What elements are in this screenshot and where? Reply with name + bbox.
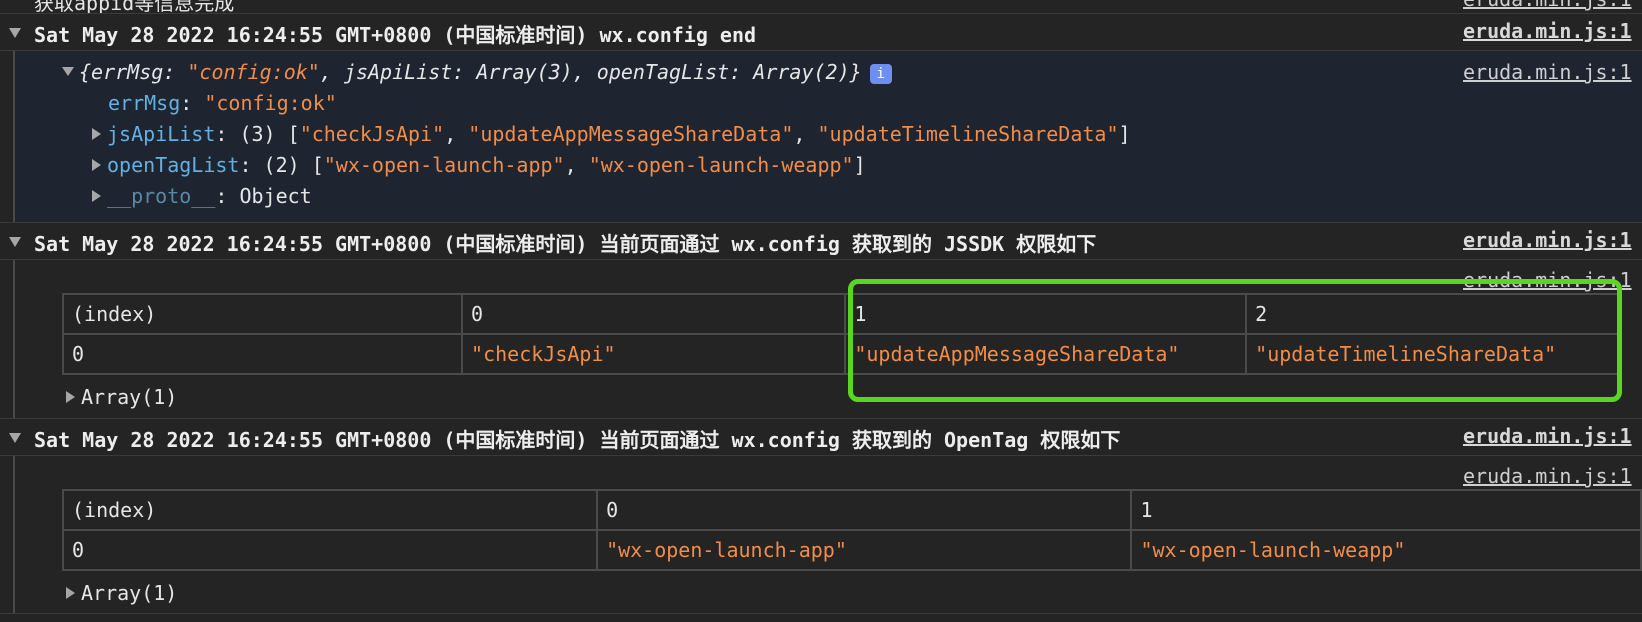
console-table: (index) 0 1 2 0 "checkJsApi" "updateAppM…	[61, 293, 1622, 375]
table-cell: 0	[61, 333, 464, 375]
expand-triangle-icon[interactable]	[92, 128, 101, 140]
property-proto[interactable]: __proto__: Object	[92, 184, 312, 208]
expand-triangle-icon[interactable]	[66, 391, 75, 403]
source-link[interactable]: eruda.min.js:1	[1463, 268, 1632, 292]
table-header-row: (index) 0 1 2	[61, 293, 1622, 335]
table-cell: "updateAppMessageShareData"	[844, 333, 1248, 375]
collapse-triangle-icon[interactable]	[9, 237, 21, 247]
source-link[interactable]: eruda.min.js:1	[1463, 19, 1632, 43]
console-message: Sat May 28 2022 16:24:55 GMT+0800 (中国标准时…	[34, 232, 1097, 256]
source-link[interactable]: eruda.min.js:1	[1463, 60, 1632, 84]
console-message: Sat May 28 2022 16:24:55 GMT+0800 (中国标准时…	[34, 23, 757, 47]
console-message: Sat May 28 2022 16:24:55 GMT+0800 (中国标准时…	[34, 428, 1121, 452]
table-header-row: (index) 0 1	[61, 489, 1642, 531]
property-jsapilist[interactable]: jsApiList: (3) ["checkJsApi", "updateApp…	[92, 122, 1131, 146]
source-link[interactable]: eruda.min.js:1	[1463, 228, 1632, 252]
table-header[interactable]: (index)	[61, 293, 464, 335]
array-toggle[interactable]: Array(1)	[66, 385, 177, 409]
table-header[interactable]: 2	[1245, 293, 1622, 335]
table-header[interactable]: (index)	[61, 489, 599, 531]
table-cell: "wx-open-launch-weapp"	[1130, 529, 1642, 571]
table-cell: "updateTimelineShareData"	[1245, 333, 1622, 375]
array-toggle[interactable]: Array(1)	[66, 581, 177, 605]
property-errmsg: errMsg: "config:ok"	[108, 91, 337, 115]
collapse-triangle-icon[interactable]	[9, 433, 21, 443]
source-link[interactable]: eruda.min.js:1	[1463, 0, 1632, 11]
object-summary[interactable]: {errMsg: "config:ok", jsApiList: Array(3…	[62, 60, 892, 84]
table-cell: "checkJsApi"	[461, 333, 847, 375]
table-header[interactable]: 1	[1130, 489, 1642, 531]
table-header[interactable]: 0	[596, 489, 1133, 531]
console-group-header[interactable]: Sat May 28 2022 16:24:55 GMT+0800 (中国标准时…	[0, 13, 1642, 51]
table-header[interactable]: 0	[461, 293, 847, 335]
table-row: 0 "checkJsApi" "updateAppMessageShareDat…	[61, 333, 1622, 375]
table-cell: "wx-open-launch-app"	[596, 529, 1133, 571]
table-row: 0 "wx-open-launch-app" "wx-open-launch-w…	[61, 529, 1642, 571]
console-group-header[interactable]: Sat May 28 2022 16:24:55 GMT+0800 (中国标准时…	[0, 222, 1642, 260]
source-link[interactable]: eruda.min.js:1	[1463, 464, 1632, 488]
devtools-console: 获取appid等信息完成 eruda.min.js:1 Sat May 28 2…	[0, 0, 1642, 622]
expand-triangle-icon[interactable]	[92, 159, 101, 171]
table-cell: 0	[61, 529, 599, 571]
source-link[interactable]: eruda.min.js:1	[1463, 424, 1632, 448]
console-table: (index) 0 1 0 "wx-open-launch-app" "wx-o…	[61, 489, 1642, 571]
console-entry-partial: 获取appid等信息完成 eruda.min.js:1	[0, 0, 1642, 15]
divider	[0, 613, 1642, 614]
console-group-header[interactable]: Sat May 28 2022 16:24:55 GMT+0800 (中国标准时…	[0, 418, 1642, 456]
expand-triangle-icon[interactable]	[92, 190, 101, 202]
expand-triangle-icon[interactable]	[66, 587, 75, 599]
info-icon[interactable]: i	[869, 64, 892, 84]
expand-triangle-icon[interactable]	[62, 67, 74, 76]
property-opentaglist[interactable]: openTagList: (2) ["wx-open-launch-app", …	[92, 153, 866, 177]
table-header[interactable]: 1	[844, 293, 1248, 335]
collapse-triangle-icon[interactable]	[9, 28, 21, 38]
